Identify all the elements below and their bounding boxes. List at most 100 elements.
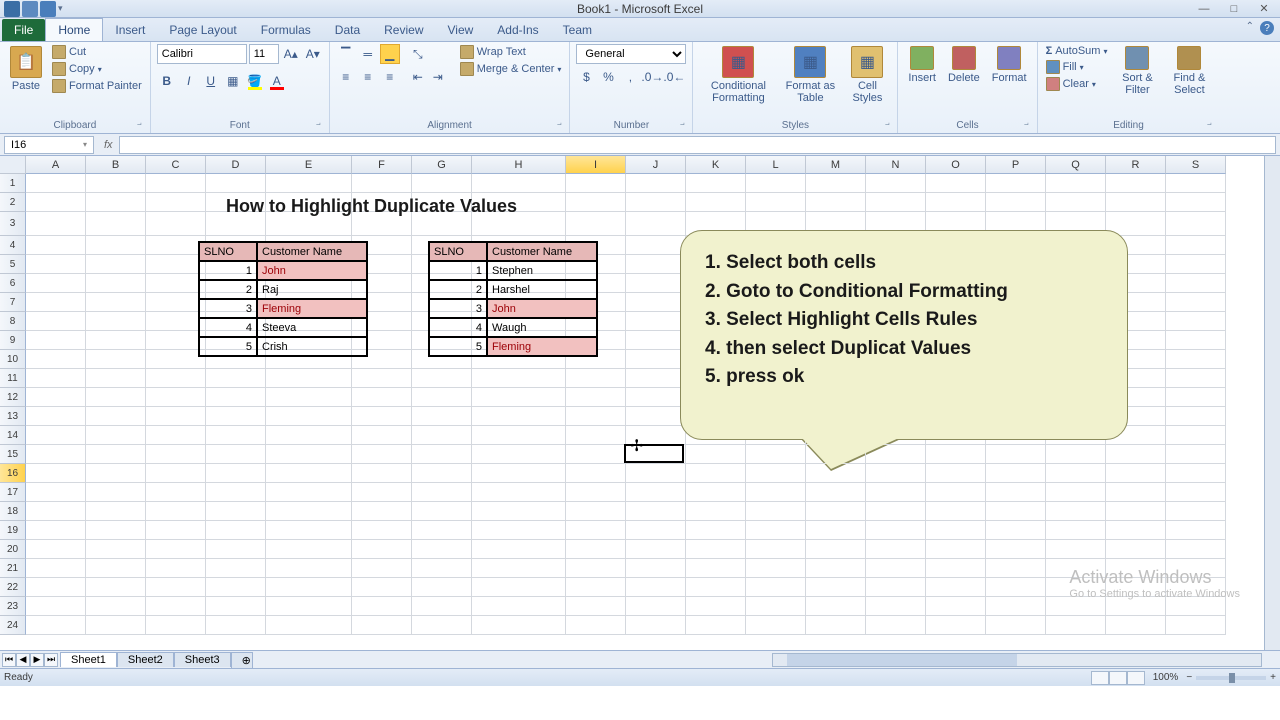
- find-select-button[interactable]: Find & Select: [1165, 44, 1213, 98]
- font-size-select[interactable]: [249, 44, 279, 64]
- row-header-20[interactable]: 20: [0, 540, 26, 559]
- underline-button[interactable]: U: [201, 71, 221, 91]
- row-header-14[interactable]: 14: [0, 426, 26, 445]
- row-header-13[interactable]: 13: [0, 407, 26, 426]
- row-header-2[interactable]: 2: [0, 193, 26, 212]
- tab-insert[interactable]: Insert: [103, 19, 157, 41]
- orientation-button[interactable]: ⤡: [408, 44, 428, 64]
- horizontal-scrollbar[interactable]: [772, 653, 1262, 667]
- sheet-nav-first[interactable]: ⏮: [2, 653, 16, 667]
- col-header-R[interactable]: R: [1106, 156, 1166, 174]
- tab-view[interactable]: View: [436, 19, 486, 41]
- row-header-22[interactable]: 22: [0, 578, 26, 597]
- minimize-button[interactable]: —: [1192, 2, 1216, 16]
- decrease-decimal-button[interactable]: .0←: [664, 67, 684, 87]
- cut-button[interactable]: Cut: [50, 44, 144, 60]
- col-header-H[interactable]: H: [472, 156, 566, 174]
- sheet-nav-next[interactable]: ▶: [30, 653, 44, 667]
- currency-button[interactable]: $: [576, 67, 596, 87]
- minimize-ribbon-icon[interactable]: ⌃: [1246, 21, 1254, 35]
- redo-icon[interactable]: [40, 1, 56, 17]
- row-header-16[interactable]: 16: [0, 464, 26, 483]
- row-header-15[interactable]: 15: [0, 445, 26, 464]
- select-all-corner[interactable]: [0, 156, 26, 174]
- sort-filter-button[interactable]: Sort & Filter: [1113, 44, 1161, 98]
- align-bottom-button[interactable]: ▁: [380, 44, 400, 64]
- col-header-M[interactable]: M: [806, 156, 866, 174]
- col-header-G[interactable]: G: [412, 156, 472, 174]
- tab-addins[interactable]: Add-Ins: [485, 19, 550, 41]
- insert-cells-button[interactable]: Insert: [904, 44, 940, 86]
- wrap-text-button[interactable]: Wrap Text: [458, 44, 564, 60]
- autosum-button[interactable]: ΣAutoSum▾: [1044, 44, 1110, 58]
- qat-dropdown-icon[interactable]: ▾: [58, 3, 63, 14]
- page-break-view-button[interactable]: [1127, 671, 1145, 685]
- callout-shape[interactable]: 1. Select both cells 2. Goto to Conditio…: [680, 230, 1128, 440]
- format-cells-button[interactable]: Format: [988, 44, 1031, 86]
- comma-button[interactable]: ,: [620, 67, 640, 87]
- sheet-tab-1[interactable]: Sheet1: [60, 652, 117, 667]
- col-header-L[interactable]: L: [746, 156, 806, 174]
- col-header-I[interactable]: I: [566, 156, 626, 174]
- fx-icon[interactable]: fx: [104, 139, 113, 151]
- fill-button[interactable]: Fill▾: [1044, 59, 1110, 75]
- merge-center-button[interactable]: Merge & Center▾: [458, 61, 564, 77]
- normal-view-button[interactable]: [1091, 671, 1109, 685]
- col-header-N[interactable]: N: [866, 156, 926, 174]
- row-header-7[interactable]: 7: [0, 293, 26, 312]
- formula-input[interactable]: [119, 136, 1276, 154]
- row-header-5[interactable]: 5: [0, 255, 26, 274]
- row-header-3[interactable]: 3: [0, 212, 26, 236]
- close-button[interactable]: ✕: [1252, 2, 1276, 16]
- border-button[interactable]: ▦: [223, 71, 243, 91]
- sheet-nav-last[interactable]: ⏭: [44, 653, 58, 667]
- delete-cells-button[interactable]: Delete: [944, 44, 984, 86]
- decrease-indent-button[interactable]: ⇤: [408, 67, 428, 87]
- col-header-P[interactable]: P: [986, 156, 1046, 174]
- grow-font-button[interactable]: A▴: [281, 44, 301, 64]
- sheet-nav-prev[interactable]: ◀: [16, 653, 30, 667]
- number-format-select[interactable]: General: [576, 44, 686, 64]
- new-sheet-button[interactable]: ⊕: [231, 652, 253, 668]
- row-header-23[interactable]: 23: [0, 597, 26, 616]
- help-icon[interactable]: ?: [1260, 21, 1274, 35]
- fill-color-button[interactable]: 🪣: [245, 71, 265, 91]
- shrink-font-button[interactable]: A▾: [303, 44, 323, 64]
- align-left-button[interactable]: ≡: [336, 67, 356, 87]
- zoom-out-button[interactable]: −: [1186, 672, 1192, 683]
- col-header-J[interactable]: J: [626, 156, 686, 174]
- format-painter-button[interactable]: Format Painter: [50, 78, 144, 94]
- increase-decimal-button[interactable]: .0→: [642, 67, 662, 87]
- align-center-button[interactable]: ≡: [358, 67, 378, 87]
- row-header-9[interactable]: 9: [0, 331, 26, 350]
- sheet-tab-2[interactable]: Sheet2: [117, 652, 174, 667]
- undo-icon[interactable]: [22, 1, 38, 17]
- zoom-slider[interactable]: [1196, 676, 1266, 680]
- conditional-formatting-button[interactable]: ▦Conditional Formatting: [699, 44, 777, 106]
- tab-team[interactable]: Team: [551, 19, 604, 41]
- row-header-24[interactable]: 24: [0, 616, 26, 635]
- col-header-Q[interactable]: Q: [1046, 156, 1106, 174]
- row-header-17[interactable]: 17: [0, 483, 26, 502]
- row-header-4[interactable]: 4: [0, 236, 26, 255]
- page-layout-view-button[interactable]: [1109, 671, 1127, 685]
- col-header-E[interactable]: E: [266, 156, 352, 174]
- row-header-18[interactable]: 18: [0, 502, 26, 521]
- percent-button[interactable]: %: [598, 67, 618, 87]
- tab-formulas[interactable]: Formulas: [249, 19, 323, 41]
- row-header-1[interactable]: 1: [0, 174, 26, 193]
- tab-review[interactable]: Review: [372, 19, 435, 41]
- tab-page-layout[interactable]: Page Layout: [157, 19, 248, 41]
- row-header-12[interactable]: 12: [0, 388, 26, 407]
- row-header-10[interactable]: 10: [0, 350, 26, 369]
- tab-home[interactable]: Home: [45, 18, 103, 41]
- sheet-tab-3[interactable]: Sheet3: [174, 652, 231, 667]
- col-header-B[interactable]: B: [86, 156, 146, 174]
- align-top-button[interactable]: ▔: [336, 44, 356, 64]
- row-header-8[interactable]: 8: [0, 312, 26, 331]
- italic-button[interactable]: I: [179, 71, 199, 91]
- col-header-C[interactable]: C: [146, 156, 206, 174]
- row-header-21[interactable]: 21: [0, 559, 26, 578]
- row-header-6[interactable]: 6: [0, 274, 26, 293]
- copy-button[interactable]: Copy▾: [50, 61, 144, 77]
